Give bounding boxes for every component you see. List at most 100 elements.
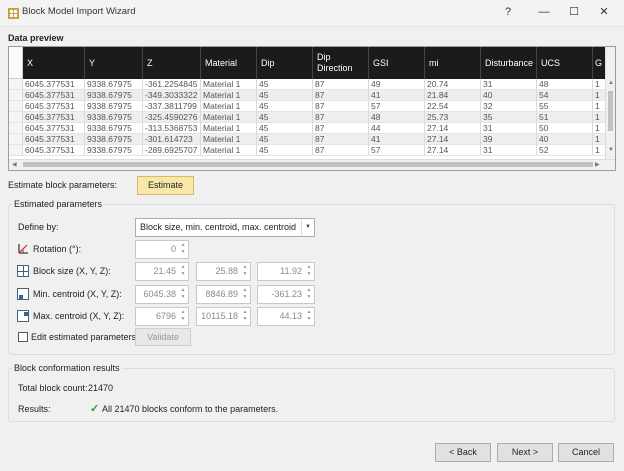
- table-cell[interactable]: 9338.67975: [85, 79, 143, 90]
- table-cell[interactable]: 21.84: [425, 90, 481, 101]
- table-cell[interactable]: 87: [313, 145, 369, 156]
- table-cell[interactable]: 6045.377531: [23, 123, 85, 134]
- table-cell[interactable]: 9338.67975: [85, 134, 143, 145]
- table-cell[interactable]: 51: [537, 112, 593, 123]
- block-size-y-field[interactable]: 25.88 ▲ ▼: [196, 262, 251, 281]
- table-cell[interactable]: 44: [369, 123, 425, 134]
- rotation-field[interactable]: 0 ▲ ▼: [135, 240, 189, 259]
- table-cell[interactable]: 6045.377531: [23, 112, 85, 123]
- table-cell[interactable]: Material 1: [201, 90, 257, 101]
- table-cell[interactable]: 52: [537, 145, 593, 156]
- table-cell[interactable]: Material 1: [201, 134, 257, 145]
- spinner-arrows-icon[interactable]: ▲ ▼: [179, 264, 187, 279]
- maximize-button[interactable]: ☐: [564, 4, 584, 20]
- col-header-disturbance[interactable]: Disturbance: [481, 47, 537, 79]
- table-cell[interactable]: 45: [257, 79, 313, 90]
- table-cell[interactable]: 57: [369, 145, 425, 156]
- table-cell[interactable]: 87: [313, 79, 369, 90]
- table-cell[interactable]: 87: [313, 90, 369, 101]
- table-cell[interactable]: 31: [481, 79, 537, 90]
- table-cell[interactable]: 48: [369, 112, 425, 123]
- row-header[interactable]: [9, 90, 23, 101]
- table-cell[interactable]: Material 1: [201, 123, 257, 134]
- table-row[interactable]: 6045.377531 9338.67975 -301.614723 Material…: [9, 134, 609, 145]
- table-row[interactable]: 6045.377531 9338.67975 -313.5368753 Materia…: [9, 123, 609, 134]
- spinner-arrows-icon[interactable]: ▲ ▼: [241, 264, 249, 279]
- col-header-gsi[interactable]: GSI: [369, 47, 425, 79]
- scroll-down-arrow-icon[interactable]: ▼: [608, 147, 614, 153]
- block-size-x-field[interactable]: 21.45 ▲ ▼: [135, 262, 189, 281]
- max-centroid-x-field[interactable]: 6796 ▲ ▼: [135, 307, 189, 326]
- table-cell[interactable]: 9338.67975: [85, 101, 143, 112]
- col-header-material[interactable]: Material: [201, 47, 257, 79]
- table-cell[interactable]: 45: [257, 112, 313, 123]
- table-row[interactable]: 6045.377531 9338.67975 -361.2254845 Materia…: [9, 79, 609, 90]
- table-cell[interactable]: 6045.377531: [23, 134, 85, 145]
- table-cell[interactable]: -349.3033322: [143, 90, 201, 101]
- table-cell[interactable]: 25.73: [425, 112, 481, 123]
- data-preview-grid[interactable]: X Y Z Material Dip Dip Direction GSI mi …: [8, 46, 616, 171]
- scroll-up-arrow-icon[interactable]: ▲: [608, 80, 614, 86]
- table-cell[interactable]: 40: [537, 134, 593, 145]
- max-centroid-z-field[interactable]: 44.13 ▲ ▼: [257, 307, 315, 326]
- spinner-arrows-icon[interactable]: ▲ ▼: [179, 242, 187, 257]
- table-cell[interactable]: 39: [481, 134, 537, 145]
- table-cell[interactable]: -325.4590276: [143, 112, 201, 123]
- col-header-dip-direction[interactable]: Dip Direction: [313, 47, 369, 79]
- table-cell[interactable]: 6045.377531: [23, 101, 85, 112]
- table-cell[interactable]: 45: [257, 134, 313, 145]
- vertical-scrollbar[interactable]: ▲ ▼: [605, 47, 615, 159]
- table-cell[interactable]: 27.14: [425, 134, 481, 145]
- chevron-down-icon[interactable]: ▼: [301, 219, 314, 236]
- table-cell[interactable]: 57: [369, 101, 425, 112]
- min-centroid-x-field[interactable]: 6045.38 ▲ ▼: [135, 285, 189, 304]
- table-cell[interactable]: 41: [369, 90, 425, 101]
- table-cell[interactable]: 9338.67975: [85, 112, 143, 123]
- spinner-arrows-icon[interactable]: ▲ ▼: [305, 287, 313, 302]
- help-button[interactable]: ?: [498, 4, 518, 20]
- close-button[interactable]: ✕: [594, 4, 614, 20]
- row-header[interactable]: [9, 145, 23, 156]
- table-cell[interactable]: 31: [481, 145, 537, 156]
- table-cell[interactable]: -301.614723: [143, 134, 201, 145]
- table-cell[interactable]: 35: [481, 112, 537, 123]
- table-cell[interactable]: Material 1: [201, 101, 257, 112]
- table-cell[interactable]: 27.14: [425, 123, 481, 134]
- edit-parameters-checkbox[interactable]: [18, 332, 28, 342]
- table-row[interactable]: 6045.377531 9338.67975 -349.3033322 Materia…: [9, 90, 609, 101]
- horizontal-scroll-thumb[interactable]: [23, 162, 593, 167]
- spinner-arrows-icon[interactable]: ▲ ▼: [305, 264, 313, 279]
- table-cell[interactable]: 48: [537, 79, 593, 90]
- row-header[interactable]: [9, 101, 23, 112]
- table-cell[interactable]: Material 1: [201, 145, 257, 156]
- estimate-button[interactable]: Estimate: [137, 176, 194, 195]
- table-cell[interactable]: 9338.67975: [85, 90, 143, 101]
- table-cell[interactable]: 32: [481, 101, 537, 112]
- min-centroid-z-field[interactable]: -361.23 ▲ ▼: [257, 285, 315, 304]
- table-cell[interactable]: 45: [257, 123, 313, 134]
- col-header-x[interactable]: X: [23, 47, 85, 79]
- table-cell[interactable]: -289.6925707: [143, 145, 201, 156]
- table-cell[interactable]: 87: [313, 123, 369, 134]
- col-header-dip[interactable]: Dip: [257, 47, 313, 79]
- table-cell[interactable]: -361.2254845: [143, 79, 201, 90]
- spinner-arrows-icon[interactable]: ▲ ▼: [179, 309, 187, 324]
- table-cell[interactable]: 87: [313, 134, 369, 145]
- table-cell[interactable]: 45: [257, 90, 313, 101]
- vertical-scroll-thumb[interactable]: [608, 91, 613, 131]
- cancel-button[interactable]: Cancel: [558, 443, 614, 462]
- row-header[interactable]: [9, 134, 23, 145]
- table-cell[interactable]: Material 1: [201, 79, 257, 90]
- table-row[interactable]: 6045.377531 9338.67975 -289.6925707 Materia…: [9, 145, 609, 156]
- min-centroid-y-field[interactable]: 8846.89 ▲ ▼: [196, 285, 251, 304]
- table-cell[interactable]: 9338.67975: [85, 145, 143, 156]
- next-button[interactable]: Next >: [497, 443, 553, 462]
- table-cell[interactable]: 50: [537, 123, 593, 134]
- table-cell[interactable]: -337.3811799: [143, 101, 201, 112]
- table-cell[interactable]: 45: [257, 101, 313, 112]
- spinner-arrows-icon[interactable]: ▲ ▼: [305, 309, 313, 324]
- table-cell[interactable]: 87: [313, 101, 369, 112]
- col-header-mi[interactable]: mi: [425, 47, 481, 79]
- col-header-z[interactable]: Z: [143, 47, 201, 79]
- col-header-y[interactable]: Y: [85, 47, 143, 79]
